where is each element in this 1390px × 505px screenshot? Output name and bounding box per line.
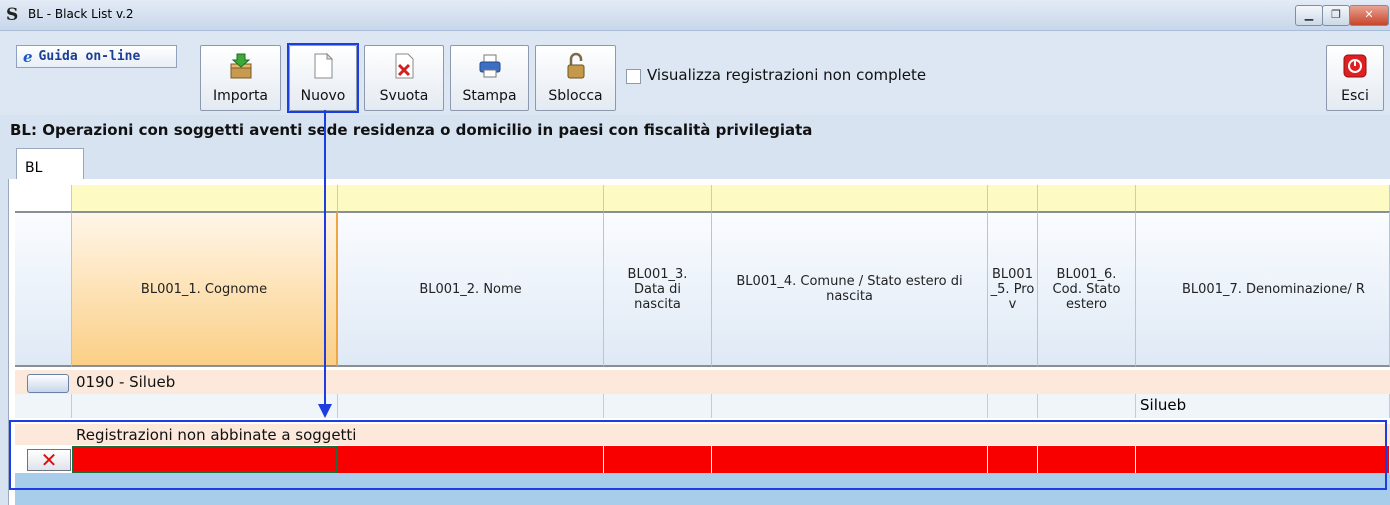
cell-nome[interactable] — [338, 394, 604, 418]
cell-data-nascita[interactable] — [604, 394, 712, 418]
close-icon[interactable]: ✕ — [1349, 5, 1389, 26]
cell-prov[interactable] — [988, 394, 1038, 418]
filter-cell[interactable] — [72, 185, 338, 211]
visualizza-checkbox[interactable] — [626, 69, 641, 84]
column-header-comune[interactable]: BL001_4. Comune / Stato estero di nascit… — [712, 211, 988, 367]
guida-online-button[interactable]: e Guida on-line — [16, 45, 177, 68]
padlock-icon — [567, 52, 584, 79]
column-header-nome[interactable]: BL001_2. Nome — [338, 211, 604, 367]
nuovo-highlight — [287, 43, 359, 113]
stampa-label: Stampa — [462, 88, 517, 104]
filter-cell[interactable] — [1038, 185, 1136, 211]
ie-icon: e — [23, 47, 33, 66]
cell-cognome[interactable] — [72, 394, 338, 418]
filter-cell[interactable] — [15, 185, 72, 211]
column-header-cod-stato[interactable]: BL001_6. Cod. Stato estero — [1038, 211, 1136, 367]
filter-cell[interactable] — [712, 185, 988, 211]
filter-cell[interactable] — [988, 185, 1038, 211]
toolbar: e Guida on-line Importa Nuovo Svuota Sta… — [0, 31, 1390, 115]
group-row-label: 0190 - Silueb — [72, 370, 1390, 394]
sblocca-label: Sblocca — [548, 88, 603, 104]
sblocca-button[interactable]: Sblocca — [535, 45, 616, 111]
stampa-button[interactable]: Stampa — [450, 45, 529, 111]
importa-button[interactable]: Importa — [200, 45, 281, 111]
row-indicator-header — [15, 211, 72, 367]
clear-document-icon — [395, 53, 414, 79]
column-header-prov[interactable]: BL001_5. Prov — [988, 211, 1038, 367]
window-title: BL - Black List v.2 — [28, 7, 134, 21]
unmatched-highlight — [9, 420, 1387, 490]
page-heading: BL: Operazioni con soggetti aventi sede … — [10, 121, 813, 139]
importa-label: Importa — [212, 88, 269, 104]
column-header-data-nascita[interactable]: BL001_3. Data di nascita — [604, 211, 712, 367]
filter-cell[interactable] — [338, 185, 604, 211]
add-record-icon[interactable] — [27, 374, 69, 393]
printer-icon — [479, 54, 500, 78]
download-box-icon — [230, 53, 251, 79]
visualizza-checkbox-label: Visualizza registrazioni non complete — [647, 66, 927, 84]
annotation-arrow — [324, 110, 326, 406]
guida-label: Guida on-line — [38, 49, 141, 64]
cell-comune[interactable] — [712, 394, 988, 418]
annotation-arrow-head — [318, 404, 332, 418]
filter-cell[interactable] — [604, 185, 712, 211]
cell-cod-stato[interactable] — [1038, 394, 1136, 418]
power-icon — [1343, 54, 1367, 78]
filter-cell[interactable] — [1136, 185, 1390, 211]
esci-button[interactable]: Esci — [1326, 45, 1384, 111]
cell-denominazione[interactable]: Silueb — [1136, 394, 1390, 418]
tab-bl[interactable]: BL — [16, 148, 84, 180]
column-header-denominazione[interactable]: BL001_7. Denominazione/ R — [1136, 211, 1390, 367]
svuota-button[interactable]: Svuota — [364, 45, 444, 111]
svuota-label: Svuota — [379, 88, 429, 104]
app-icon: S — [6, 5, 19, 25]
esci-label: Esci — [1341, 88, 1369, 104]
title-bar: S BL - Black List v.2 ▁ ❐ ✕ — [0, 0, 1390, 31]
restore-icon[interactable]: ❐ — [1322, 5, 1350, 26]
column-header-cognome[interactable]: BL001_1. Cognome — [72, 211, 338, 367]
minimize-icon[interactable]: ▁ — [1295, 5, 1323, 26]
row-indicator — [15, 394, 72, 418]
